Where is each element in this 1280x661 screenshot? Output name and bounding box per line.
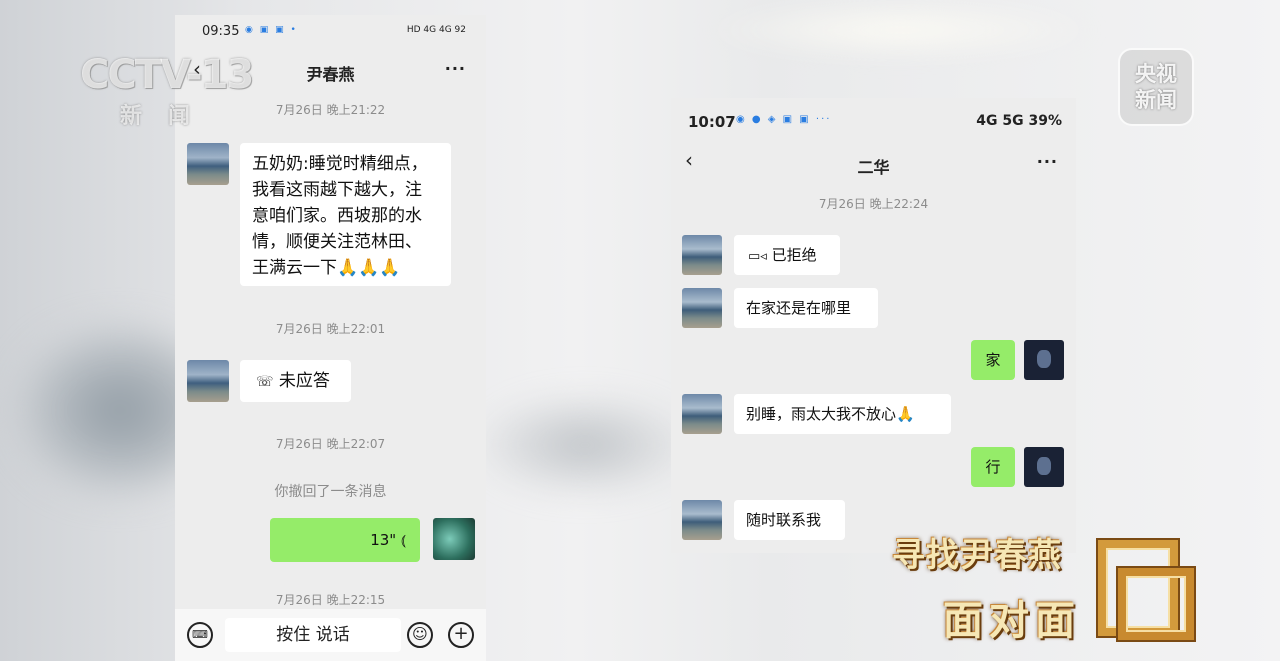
message-bubble[interactable]: 别睡，雨太大我不放心🙏 [734, 394, 951, 434]
program-logo-frame [1118, 568, 1194, 640]
notification-icons: ◉ ● ◈ ▣ ▣ ··· [736, 114, 832, 125]
notification-icons: ◉ ▣ ▣ • [245, 25, 298, 35]
phone-hangup-icon: ☏ [256, 374, 274, 390]
message-time: 7月26日 晚上21:22 [275, 103, 386, 117]
corner-logo-line: 央视 [1135, 62, 1177, 86]
reply-bubble[interactable]: 行 [971, 447, 1015, 487]
cctv-13-logo: CCTV-13 [80, 52, 254, 98]
message-line: 我看这雨越下越大，注 [252, 180, 422, 200]
video-call-status: 已拒绝 [771, 246, 817, 264]
missed-call-bubble[interactable]: ☏ 未应答 [240, 360, 351, 402]
message-time: 7月26日 晚上22:15 [275, 593, 386, 607]
program-name: 面对面 [943, 598, 1081, 644]
status-time: 10:07 [688, 113, 736, 131]
channel-subtitle: 新闻 [120, 104, 217, 129]
recall-notice: 你撤回了一条消息 [274, 484, 387, 500]
more-icon[interactable]: ··· [445, 59, 466, 78]
message-bubble[interactable]: 在家还是在哪里 [734, 288, 878, 328]
video-call-bubble[interactable]: ▭◃ 已拒绝 [734, 235, 840, 275]
reply-bubble[interactable]: 家 [971, 340, 1015, 380]
cctv-news-corner-logo: 央视 新闻 [1118, 48, 1194, 126]
background-blur [700, 0, 1100, 60]
keyboard-icon[interactable]: ⌨ [187, 622, 213, 648]
corner-logo-line: 新闻 [1135, 88, 1177, 112]
program-title: 寻找尹春燕 [892, 535, 1062, 574]
status-right: HD 4G 4G 92 [406, 25, 466, 35]
my-avatar[interactable] [433, 518, 475, 560]
message-time: 7月26日 晚上22:07 [275, 437, 386, 451]
avatar[interactable] [187, 143, 229, 185]
my-avatar[interactable] [1024, 340, 1064, 380]
voice-message-bubble[interactable]: 13" ⦅ [270, 518, 420, 562]
avatar[interactable] [682, 394, 722, 434]
message-line: 意咱们家。西坡那的水 [252, 206, 422, 226]
avatar[interactable] [682, 235, 722, 275]
chat-screenshot-right: 10:07 ◉ ● ◈ ▣ ▣ ··· 4G 5G 39% ‹ 二华 ··· 7… [671, 98, 1076, 553]
status-right: 4G 5G 39% [976, 113, 1062, 129]
message-bubble[interactable]: 五奶奶:睡觉时精细点， 我看这雨越下越大，注 意咱们家。西坡那的水 情，顺便关注… [240, 143, 451, 286]
voice-duration: 13" [370, 531, 397, 549]
more-icon[interactable]: ··· [1037, 152, 1058, 171]
avatar[interactable] [187, 360, 229, 402]
status-time: 09:35 [202, 24, 240, 39]
avatar[interactable] [682, 500, 722, 540]
message-time: 7月26日 晚上22:01 [275, 322, 386, 336]
status-bar: 09:35 ◉ ▣ ▣ • HD 4G 4G 92 [175, 15, 486, 47]
message-line: 情，顺便关注范林田、 [252, 232, 422, 252]
background-blur [470, 390, 700, 500]
contact-name: 二华 [857, 158, 890, 177]
message-line: 五奶奶:睡觉时精细点， [252, 154, 428, 174]
video-camera-icon: ▭◃ [748, 249, 767, 264]
message-bubble[interactable]: 随时联系我 [734, 500, 845, 540]
message-line: 王满云一下🙏🙏🙏 [252, 258, 401, 278]
voice-wave-icon: ⦅ [401, 531, 406, 549]
emoji-icon[interactable]: ☺ [407, 622, 433, 648]
message-time: 7月26日 晚上22:24 [818, 197, 929, 211]
chat-screenshot-left: 09:35 ◉ ▣ ▣ • HD 4G 4G 92 ‹ 尹春燕 ··· 7月26… [175, 15, 486, 661]
status-bar: 10:07 ◉ ● ◈ ▣ ▣ ··· 4G 5G 39% [671, 98, 1076, 143]
my-avatar[interactable] [1024, 447, 1064, 487]
hold-to-talk-button[interactable]: 按住 说话 [225, 618, 401, 652]
avatar[interactable] [682, 288, 722, 328]
input-bar: ⌨ 按住 说话 ☺ + [175, 609, 486, 661]
call-status: 未应答 [278, 371, 330, 391]
add-icon[interactable]: + [448, 622, 474, 648]
